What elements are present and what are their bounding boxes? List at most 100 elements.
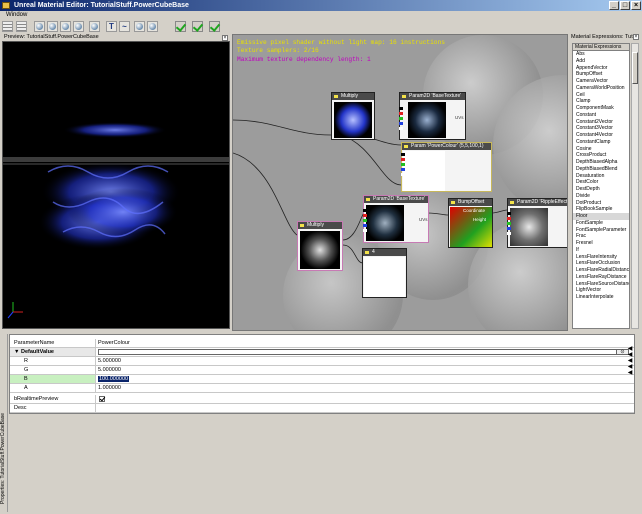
pin-r[interactable] <box>363 214 367 217</box>
bumpoffset-node[interactable]: BumpOffset Coordinate Height <box>448 198 493 248</box>
property-value[interactable]: 1.000000 <box>98 384 628 392</box>
expression-item[interactable]: LensFlareRayDistance <box>573 274 629 281</box>
expression-item[interactable]: ConstantClamp <box>573 139 629 146</box>
pin-rgb[interactable] <box>401 153 405 156</box>
multiply-node-2[interactable]: Multiply <box>297 221 343 271</box>
expression-item[interactable]: CameraVector <box>573 78 629 85</box>
expression-item[interactable]: FontSample <box>573 220 629 227</box>
property-row-g[interactable]: G 5.000000 <box>10 366 634 375</box>
pin-b[interactable] <box>363 224 367 227</box>
expressions-scrollbar[interactable] <box>631 43 639 329</box>
text-tool-icon[interactable]: T <box>106 21 117 32</box>
expression-item[interactable]: Constant <box>573 112 629 119</box>
property-row-b[interactable]: B 100.000000 <box>10 375 634 384</box>
defaultvalue-color-field[interactable] <box>98 349 622 355</box>
apply-check-icon[interactable] <box>175 21 186 32</box>
pin-a[interactable] <box>399 127 403 130</box>
expression-item[interactable]: Abs <box>573 51 629 58</box>
eye-icon[interactable] <box>147 21 158 32</box>
pin-a[interactable] <box>401 173 405 176</box>
param-rippleeffect-node[interactable]: Param2D 'RippleEffect' <box>507 198 567 248</box>
sphere-preview-icon[interactable] <box>34 21 45 32</box>
property-value[interactable] <box>98 395 628 403</box>
pin-b[interactable] <box>399 122 403 125</box>
expand-triangle-icon[interactable]: ▼ <box>14 349 21 355</box>
menu-window[interactable]: Window <box>6 12 27 18</box>
expression-item[interactable]: LinearInterpolate <box>573 294 629 301</box>
expression-item[interactable]: Clamp <box>573 98 629 105</box>
expression-item[interactable]: BumpOffset <box>573 71 629 78</box>
expression-item[interactable]: LensFlareOcclusion <box>573 260 629 267</box>
pin-g[interactable] <box>507 222 511 225</box>
expression-item[interactable]: Floor <box>573 213 629 220</box>
property-value[interactable]: 5.000000 <box>98 357 628 365</box>
material-preview-viewport[interactable] <box>2 41 230 329</box>
b-value-input[interactable]: 100.000000 <box>98 376 130 382</box>
expression-item[interactable]: LensFlareSourceDistance <box>573 281 629 288</box>
realtime-preview-checkbox[interactable] <box>99 396 105 402</box>
expression-item[interactable]: CameraWorldPosition <box>573 85 629 92</box>
expression-item[interactable]: LensFlareIntensity <box>573 254 629 261</box>
expression-item[interactable]: Fresnel <box>573 240 629 247</box>
param-basetexture-node-1[interactable]: Param2D 'BaseTexture' UVs <box>399 92 466 140</box>
expression-item[interactable]: FlipBookSample <box>573 206 629 213</box>
expression-item[interactable]: Constant3Vector <box>573 125 629 132</box>
arrow-left-icon[interactable]: ◀ <box>626 370 634 376</box>
pin-a[interactable] <box>363 229 367 232</box>
pin-r[interactable] <box>399 112 403 115</box>
property-value[interactable]: PowerColour <box>98 339 628 347</box>
property-row-defaultvalue[interactable]: ▼ DefaultValue ⊙ <box>10 348 634 357</box>
cylinder-preview-icon[interactable] <box>47 21 58 32</box>
pin-rgb[interactable] <box>363 209 367 212</box>
mesh-preview-icon[interactable] <box>89 21 100 32</box>
property-row-r[interactable]: R 5.000000 <box>10 357 634 366</box>
maximize-button[interactable]: □ <box>620 1 630 10</box>
pin-g[interactable] <box>399 117 403 120</box>
pin-a[interactable] <box>507 232 511 235</box>
property-value[interactable]: 100.000000 <box>98 375 628 383</box>
expression-item[interactable]: Add <box>573 58 629 65</box>
expression-item[interactable]: DestColor <box>573 179 629 186</box>
expression-item[interactable]: Constant4Vector <box>573 132 629 139</box>
cube-preview-icon[interactable] <box>73 21 84 32</box>
expression-item[interactable]: Desaturation <box>573 173 629 180</box>
pin-rgb[interactable] <box>507 212 511 215</box>
plane-preview-icon[interactable] <box>60 21 71 32</box>
property-row-parametername[interactable]: ParameterName PowerColour <box>10 339 634 348</box>
pin-rgb[interactable] <box>399 107 403 110</box>
expression-item[interactable]: AppendVector <box>573 65 629 72</box>
multiply-node-1[interactable]: Multiply <box>331 92 375 140</box>
pin-g[interactable] <box>363 219 367 222</box>
expression-item[interactable]: Divide <box>573 193 629 200</box>
expression-item[interactable]: FontSampleParameter <box>573 227 629 234</box>
pin-g[interactable] <box>401 163 405 166</box>
minimize-button[interactable]: _ <box>609 1 619 10</box>
expression-item[interactable]: LightVector <box>573 287 629 294</box>
property-value[interactable]: 5.000000 <box>98 366 628 374</box>
material-graph-canvas[interactable]: Emissive pixel shader without light map:… <box>232 34 568 331</box>
param-powercolour-node[interactable]: Param 'PowerColour' (5,5,100,1) <box>401 142 492 192</box>
expression-item[interactable]: Frac <box>573 233 629 240</box>
scrollbar-thumb[interactable] <box>632 52 638 84</box>
apply-all-check-icon[interactable] <box>192 21 203 32</box>
expression-item[interactable]: If <box>573 247 629 254</box>
property-row-brealtimepreview[interactable]: bRealtimePreview <box>10 395 634 404</box>
expression-item[interactable]: DotProduct <box>573 200 629 207</box>
expression-item[interactable]: Ceil <box>573 92 629 99</box>
expression-item[interactable]: DestDepth <box>573 186 629 193</box>
expression-item[interactable]: DepthBiasedBlend <box>573 166 629 173</box>
pin-b[interactable] <box>507 227 511 230</box>
curve-tool-icon[interactable]: ~ <box>119 21 130 32</box>
pin-b[interactable] <box>401 168 405 171</box>
pin-r[interactable] <box>401 158 405 161</box>
expression-item[interactable]: DepthBiasedAlpha <box>573 159 629 166</box>
expression-item[interactable]: CrossProduct <box>573 152 629 159</box>
constant-4-node[interactable]: 4 <box>362 248 407 298</box>
expressions-close-button[interactable]: × <box>633 34 639 40</box>
property-row-a[interactable]: A 1.000000 <box>10 384 634 393</box>
close-button[interactable]: × <box>631 1 641 10</box>
grid-icon[interactable] <box>2 21 13 32</box>
param-basetexture-node-2[interactable]: Param2D 'BaseTexture' UVs <box>363 195 429 243</box>
confirm-check-icon[interactable] <box>209 21 220 32</box>
property-row-desc[interactable]: Desc <box>10 404 634 413</box>
